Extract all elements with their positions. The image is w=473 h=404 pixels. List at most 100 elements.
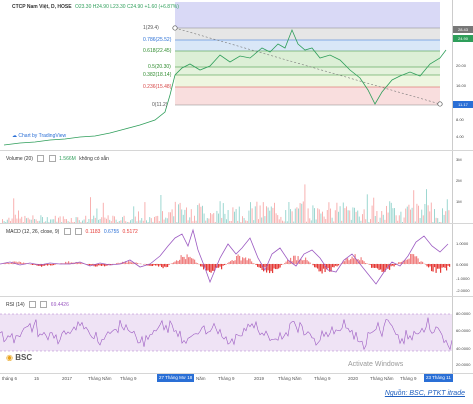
macd-hist-bar xyxy=(320,264,322,272)
macd-hist-bar xyxy=(153,264,155,266)
volume-bar xyxy=(24,215,26,223)
macd-hist-bar xyxy=(255,264,257,266)
settings-icon[interactable] xyxy=(63,228,71,235)
volume-bar xyxy=(291,211,293,223)
macd-hist-bar xyxy=(231,260,233,264)
volume-bar xyxy=(362,214,363,223)
volume-bar xyxy=(390,202,392,223)
volume-bar xyxy=(355,211,357,223)
volume-bar xyxy=(386,205,387,223)
macd-hist-bar xyxy=(383,264,385,272)
macd-hist-bar xyxy=(218,264,220,268)
macd-hist-bar xyxy=(197,263,199,264)
macd-hist-bar xyxy=(270,264,272,272)
volume-bar xyxy=(387,212,389,223)
volume-bar xyxy=(194,215,195,223)
volume-bar xyxy=(107,215,109,223)
settings-icon[interactable] xyxy=(29,301,37,308)
close-icon[interactable] xyxy=(48,155,56,162)
macd-hist-bar xyxy=(155,264,157,266)
macd-hist-bar xyxy=(99,264,101,266)
macd-hist-bar xyxy=(201,264,203,267)
macd-hist-bar xyxy=(269,264,271,274)
macd-hist-bar xyxy=(68,261,70,264)
rsi-pane[interactable]: RSI (14) 69.4426 ◉ BSC Activate Windows xyxy=(0,297,452,373)
macd-value-2: 0.6755 xyxy=(103,228,120,235)
volume-pane[interactable]: Volume (20) 1.566M không có sẵn xyxy=(0,151,452,223)
macd-hist-bar xyxy=(207,264,209,271)
volume-bar xyxy=(123,215,125,223)
macd-axis[interactable] xyxy=(452,224,473,296)
macd-hist-bar xyxy=(239,255,241,264)
rsi-tick-60: 60.0000 xyxy=(456,328,471,333)
volume-bar xyxy=(312,205,314,223)
macd-hist-bar xyxy=(176,260,178,264)
volume-bar xyxy=(277,215,279,223)
close-icon[interactable] xyxy=(40,301,48,308)
volume-bar xyxy=(371,205,373,223)
price-tag-top: 28.43 xyxy=(453,26,473,33)
price-chart[interactable] xyxy=(0,0,452,150)
volume-bar xyxy=(250,202,251,223)
volume-bar xyxy=(290,209,291,223)
volume-bar xyxy=(307,208,309,223)
macd-hist-bar xyxy=(287,260,289,264)
volume-bar xyxy=(254,206,256,223)
macd-hist-bar xyxy=(390,264,392,267)
volume-bar xyxy=(178,204,179,223)
volume-bar xyxy=(357,210,359,223)
macd-hist-bar xyxy=(300,259,302,264)
x-label-12: Tháng 9 xyxy=(400,376,417,381)
volume-bar xyxy=(270,206,272,223)
volume-bar xyxy=(173,216,175,223)
macd-line xyxy=(0,228,449,285)
macd-hist-bar xyxy=(366,263,368,264)
macd-hist-bar xyxy=(258,264,260,268)
macd-hist-bar xyxy=(302,260,304,264)
volume-bar xyxy=(347,210,349,223)
macd-hist-bar xyxy=(408,258,410,264)
macd-hist-bar xyxy=(162,264,164,269)
volume-bar xyxy=(197,205,199,223)
rsi-value: 69.4426 xyxy=(50,301,69,308)
volume-bar xyxy=(373,197,375,223)
macd-hist-bar xyxy=(360,257,362,264)
macd-hist-bar xyxy=(273,264,275,269)
macd-hist-bar xyxy=(332,264,334,268)
close-icon[interactable] xyxy=(75,228,83,235)
settings-icon[interactable] xyxy=(37,155,45,162)
fib-zone-6 xyxy=(175,87,440,105)
volume-bar xyxy=(296,207,298,223)
price-tick-1600: 16.00 xyxy=(456,83,467,88)
volume-bar xyxy=(354,207,355,223)
volume-bar xyxy=(14,214,16,223)
volume-bar xyxy=(248,210,250,223)
macd-hist-bar xyxy=(350,259,352,264)
macd-hist-bar xyxy=(158,264,160,267)
macd-hist-bar xyxy=(369,264,371,265)
macd-tick-0: 0.0000 xyxy=(456,262,469,267)
volume-tick-1m: 1M xyxy=(456,199,462,204)
macd-hist-bar xyxy=(150,264,152,267)
macd-hist-bar xyxy=(296,260,298,264)
fib-zone-5 xyxy=(175,75,440,87)
macd-hist-bar xyxy=(303,260,305,264)
fib-label-1: 1(29.4) xyxy=(143,25,159,31)
volume-bar xyxy=(213,213,215,223)
volume-bar xyxy=(346,206,347,223)
price-pane[interactable]: CTCP Nam Việt, D, HOSE O23.30 H24.90 L23… xyxy=(0,0,452,150)
macd-pane[interactable]: MACD (12, 26, close, 9) 0.1183 0.6755 0.… xyxy=(0,224,452,296)
volume-bar xyxy=(320,213,322,223)
x-label-8: Tháng Năm xyxy=(278,376,302,381)
volume-bar xyxy=(198,203,200,223)
volume-bar xyxy=(234,211,235,223)
volume-bar xyxy=(298,208,299,223)
volume-bar xyxy=(200,206,202,223)
volume-bar xyxy=(114,216,115,223)
price-axis[interactable] xyxy=(452,0,473,150)
macd-hist-bar xyxy=(137,263,139,264)
macd-hist-bar xyxy=(416,256,418,264)
macd-hist-bar xyxy=(378,264,380,271)
macd-hist-bar xyxy=(228,261,230,264)
macd-hist-bar xyxy=(278,264,280,269)
